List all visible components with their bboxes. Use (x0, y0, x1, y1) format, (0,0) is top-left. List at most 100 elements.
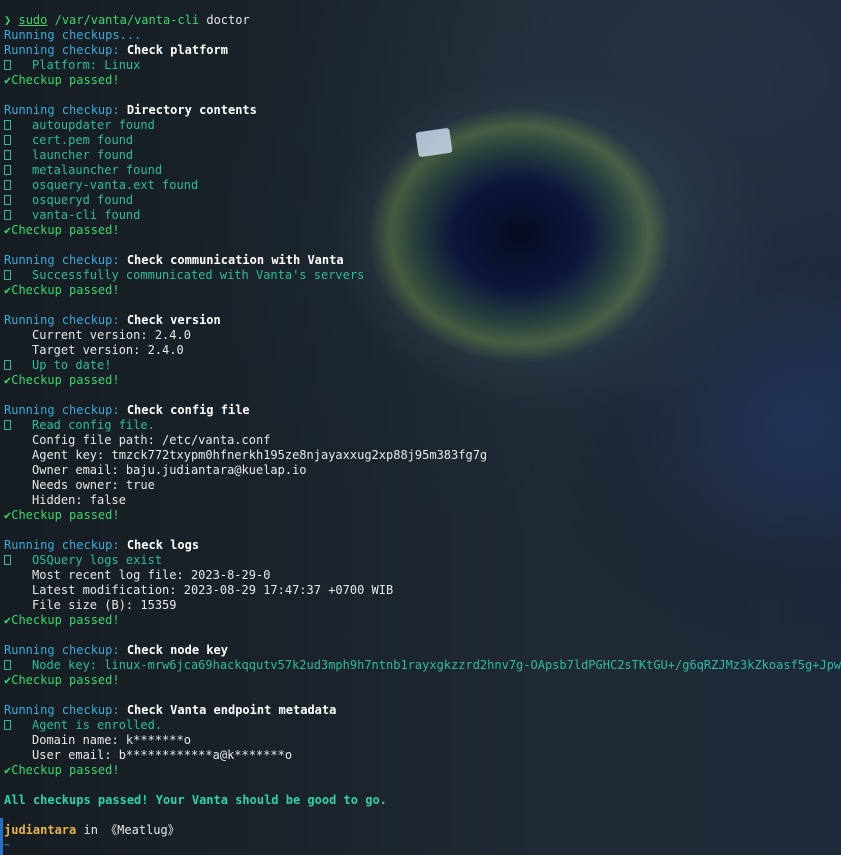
checkup-info-line: Config file path: /etc/vanta.conf (4, 433, 841, 448)
checkup-ok-text: cert.pem found (32, 133, 134, 147)
checkup-ok-line: cert.pem found (4, 133, 841, 148)
checkup-info-text: User email: b************a@k*******o (32, 748, 293, 762)
prompt-tilde[interactable]: ~ (4, 838, 841, 853)
checkup-ok-text: metalauncher found (32, 163, 163, 177)
checkup-info-text: Hidden: false (32, 493, 126, 507)
checkup-passed-text: Checkup passed! (11, 373, 120, 387)
checkup-ok-text: Agent is enrolled. (32, 718, 163, 732)
checkup-title: Check logs (126, 538, 200, 552)
checkup-info-text: File size (B): 15359 (32, 598, 177, 612)
checkup-ok-line: osquery-vanta.ext found (4, 178, 841, 193)
checkup-passed-text: Checkup passed! (11, 283, 120, 297)
checkup-ok-line: OSQuery logs exist (4, 553, 841, 568)
checkup-ok-line: Node key: linux-mrw6jca69hackqqutv57k2ud… (4, 658, 841, 673)
final-message: All checkups passed! Your Vanta should b… (4, 793, 387, 807)
checkup-passed-line: ✔Checkup passed! (4, 73, 841, 88)
checkup-heading: Running checkup: Check node key (4, 643, 841, 658)
checkup-title: Check node key (126, 643, 228, 657)
status-box-icon (4, 60, 11, 70)
checkup-info-line: Needs owner: true (4, 478, 841, 493)
checkup-ok-line: Up to date! (4, 358, 841, 373)
checkup-passed-line: ✔Checkup passed! (4, 613, 841, 628)
prompt-directory: 《Meatlug》 (105, 823, 180, 837)
checkup-ok-text: OSQuery logs exist (32, 553, 163, 567)
status-box-icon (4, 270, 11, 280)
checkup-passed-line: ✔Checkup passed! (4, 763, 841, 778)
checkup-info-line: File size (B): 15359 (4, 598, 841, 613)
checkup-passed-text: Checkup passed! (11, 673, 120, 687)
status-box-icon (4, 420, 11, 430)
checkup-passed-line: ✔Checkup passed! (4, 673, 841, 688)
running-label: Running checkup: (4, 103, 127, 117)
checkup-heading: Running checkup: Check Vanta endpoint me… (4, 703, 841, 718)
checkup-passed-text: Checkup passed! (11, 763, 120, 777)
checkup-ok-line: launcher found (4, 148, 841, 163)
checkup-ok-line: Platform: Linux (4, 58, 841, 73)
status-box-icon (4, 720, 11, 730)
running-label: Running checkup: (4, 703, 127, 717)
command-line: ❯ sudo /var/vanta/vanta-cli doctor (4, 13, 841, 28)
checkup-heading: Running checkup: Check version (4, 313, 841, 328)
checkup-title: Check Vanta endpoint metadata (126, 703, 337, 717)
command-arg: doctor (206, 13, 250, 27)
checkup-ok-text: Platform: Linux (32, 58, 141, 72)
checkup-passed-line: ✔Checkup passed! (4, 508, 841, 523)
checkup-ok-text: Read config file. (32, 418, 155, 432)
running-label: Running checkup: (4, 643, 127, 657)
checkup-ok-line: Agent is enrolled. (4, 718, 841, 733)
checkup-heading: Running checkup: Check platform (4, 43, 841, 58)
terminal-output: ❯ sudo /var/vanta/vanta-cli doctor Runni… (4, 13, 841, 853)
running-label: Running checkup: (4, 253, 127, 267)
checkup-passed-line: ✔Checkup passed! (4, 373, 841, 388)
checkup-title: Directory contents (126, 103, 257, 117)
checkup-info-line: Owner email: baju.judiantara@kuelap.io (4, 463, 841, 478)
checkup-ok-text: Node key: linux-mrw6jca69hackqqutv57k2ud… (32, 658, 841, 672)
status-box-icon (4, 555, 11, 565)
checkup-heading: Running checkup: Check logs (4, 538, 841, 553)
checkup-info-line: Current version: 2.4.0 (4, 328, 841, 343)
cursor-bar (0, 818, 3, 855)
checkup-passed-text: Checkup passed! (11, 613, 120, 627)
checkup-info-line: Domain name: k*******o (4, 733, 841, 748)
checkup-info-line: Target version: 2.4.0 (4, 343, 841, 358)
checkup-ok-text: launcher found (32, 148, 134, 162)
checkup-ok-line: osqueryd found (4, 193, 841, 208)
checkup-heading: Running checkup: Directory contents (4, 103, 841, 118)
status-box-icon (4, 210, 11, 220)
terminal-window[interactable]: ❯ sudo /var/vanta/vanta-cli doctor Runni… (0, 0, 841, 855)
checkup-ok-text: Successfully communicated with Vanta's s… (32, 268, 365, 282)
command-path: /var/vanta/vanta-cli (54, 13, 200, 27)
checkup-ok-text: Up to date! (32, 358, 112, 372)
checkup-info-text: Needs owner: true (32, 478, 155, 492)
checkup-title: Check config file (126, 403, 250, 417)
checkup-ok-text: osqueryd found (32, 193, 134, 207)
checkup-passed-line: ✔Checkup passed! (4, 283, 841, 298)
checkup-info-line: Most recent log file: 2023-8-29-0 (4, 568, 841, 583)
running-label: Running checkup: (4, 538, 127, 552)
status-box-icon (4, 150, 11, 160)
shell-prompt[interactable]: judiantara in 《Meatlug》 (4, 823, 841, 838)
prompt-glyph: ❯ (4, 13, 12, 27)
status-box-icon (4, 120, 11, 130)
checkup-info-text: Target version: 2.4.0 (32, 343, 184, 357)
checkup-ok-text: osquery-vanta.ext found (32, 178, 199, 192)
checkup-title: Check communication with Vanta (126, 253, 344, 267)
checkup-info-line: Hidden: false (4, 493, 841, 508)
intro-line: Running checkups... (4, 28, 142, 42)
checkup-ok-text: autoupdater found (32, 118, 155, 132)
status-box-icon (4, 135, 11, 145)
checkup-passed-text: Checkup passed! (11, 73, 120, 87)
checkup-passed-line: ✔Checkup passed! (4, 223, 841, 238)
status-box-icon (4, 360, 11, 370)
status-box-icon (4, 195, 11, 205)
status-box-icon (4, 180, 11, 190)
checkup-title: Check version (126, 313, 221, 327)
checkup-info-line: Agent key: tmzck772txypm0hfnerkh195ze8nj… (4, 448, 841, 463)
checkup-passed-text: Checkup passed! (11, 508, 120, 522)
